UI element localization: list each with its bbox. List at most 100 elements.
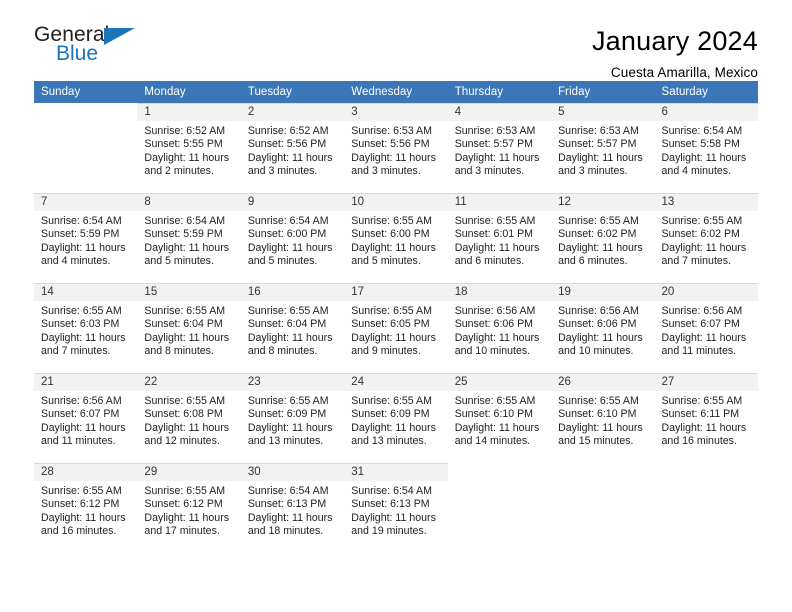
calendar-day[interactable]: 10 Sunrise: 6:55 AM Sunset: 6:00 PM Dayligh… [344,193,448,283]
sunrise-text: Sunrise: 6:54 AM [247,215,329,227]
calendar-cell: 9 Sunrise: 6:54 AM Sunset: 6:00 PM Daylight… [240,193,345,283]
calendar-cell: 10 Sunrise: 6:55 AM Sunset: 6:00 PM Dayligh… [344,193,448,283]
calendar-day[interactable]: 28 Sunrise: 6:55 AM Sunset: 6:12 PM Dayligh… [34,463,138,553]
sunset-text: Sunset: 6:04 PM [144,318,223,331]
calendar-day[interactable]: 8 Sunrise: 6:54 AM Sunset: 5:59 PM Daylight… [137,193,241,283]
daylight-text: and 16 minutes. [661,435,737,448]
calendar-day[interactable]: 12 Sunrise: 6:55 AM Sunset: 6:02 PM Dayligh… [551,193,655,283]
calendar-day[interactable]: 22 Sunrise: 6:55 AM Sunset: 6:08 PM Dayligh… [137,373,241,463]
sunrise-text: Sunrise: 6:55 AM [144,395,226,407]
sunset-text: Sunset: 5:57 PM [454,138,534,151]
calendar-day[interactable]: 17 Sunrise: 6:55 AM Sunset: 6:05 PM Dayligh… [344,283,448,373]
calendar-day[interactable]: 6 Sunrise: 6:54 AM Sunset: 5:58 PM Daylight… [654,103,758,193]
sunrise-text: Sunrise: 6:55 AM [247,305,329,317]
weekday-header-monday: Monday [137,81,241,103]
day-details: Sunrise: 6:56 AM Sunset: 6:06 PM Daylight:… [448,301,551,359]
day-number: 4 [447,104,552,121]
daylight-text: and 7 minutes. [661,255,732,268]
calendar-day[interactable]: 16 Sunrise: 6:55 AM Sunset: 6:04 PM Dayligh… [240,283,345,373]
calendar-day[interactable]: 30 Sunrise: 6:54 AM Sunset: 6:13 PM Dayligh… [240,463,345,553]
day-details: Sunrise: 6:54 AM Sunset: 6:00 PM Daylight:… [241,211,344,269]
day-number: 21 [34,374,138,391]
sunset-text: Sunset: 6:02 PM [661,228,740,241]
calendar-cell: 22 Sunrise: 6:55 AM Sunset: 6:08 PM Dayligh… [137,373,241,463]
calendar-day[interactable]: 24 Sunrise: 6:55 AM Sunset: 6:09 PM Dayligh… [344,373,448,463]
day-number: 31 [344,464,448,481]
day-number: 16 [240,284,345,301]
calendar-day-empty [447,463,552,553]
calendar-day[interactable]: 26 Sunrise: 6:55 AM Sunset: 6:10 PM Dayligh… [551,373,655,463]
daylight-text: Daylight: 11 hours [144,511,230,524]
daylight-text: and 7 minutes. [41,345,111,358]
calendar-cell: 16 Sunrise: 6:55 AM Sunset: 6:04 PM Dayligh… [240,283,345,373]
calendar-day[interactable]: 25 Sunrise: 6:55 AM Sunset: 6:10 PM Dayligh… [447,373,552,463]
calendar-day[interactable]: 5 Sunrise: 6:53 AM Sunset: 5:57 PM Daylight… [551,103,655,193]
calendar-day[interactable]: 23 Sunrise: 6:55 AM Sunset: 6:09 PM Dayligh… [240,373,345,463]
day-number: 26 [551,374,655,391]
calendar-day[interactable]: 21 Sunrise: 6:56 AM Sunset: 6:07 PM Dayligh… [34,373,138,463]
sunrise-text: Sunrise: 6:55 AM [144,485,226,497]
daylight-text: and 13 minutes. [247,435,324,448]
daylight-text: and 18 minutes. [247,525,324,538]
day-details: Sunrise: 6:55 AM Sunset: 6:03 PM Daylight:… [34,301,137,359]
calendar-cell: 28 Sunrise: 6:55 AM Sunset: 6:12 PM Dayligh… [34,463,138,553]
sunset-text: Sunset: 6:07 PM [41,408,120,421]
sunset-text: Sunset: 6:06 PM [454,318,534,331]
calendar-day[interactable]: 27 Sunrise: 6:55 AM Sunset: 6:11 PM Dayligh… [654,373,758,463]
calendar-day[interactable]: 9 Sunrise: 6:54 AM Sunset: 6:00 PM Daylight… [240,193,345,283]
calendar-day[interactable]: 31 Sunrise: 6:54 AM Sunset: 6:13 PM Dayligh… [344,463,448,553]
calendar-cell: 31 Sunrise: 6:54 AM Sunset: 6:13 PM Dayligh… [344,463,448,553]
calendar-day[interactable]: 13 Sunrise: 6:55 AM Sunset: 6:02 PM Dayligh… [654,193,758,283]
calendar-day[interactable]: 3 Sunrise: 6:53 AM Sunset: 5:56 PM Daylight… [344,103,448,193]
daylight-text: and 3 minutes. [351,165,421,178]
page-title: January 2024 [591,26,758,56]
daylight-text: Daylight: 11 hours [41,511,126,524]
day-details: Sunrise: 6:54 AM Sunset: 5:58 PM Daylight:… [655,121,758,179]
calendar-grid: Sunday Monday Tuesday Wednesday Thursday… [34,81,758,553]
day-number: 18 [447,284,552,301]
calendar-day[interactable]: 18 Sunrise: 6:56 AM Sunset: 6:06 PM Dayligh… [447,283,552,373]
calendar-day[interactable]: 20 Sunrise: 6:56 AM Sunset: 6:07 PM Dayligh… [654,283,758,373]
daylight-text: Daylight: 11 hours [144,331,230,344]
calendar-day[interactable]: 15 Sunrise: 6:55 AM Sunset: 6:04 PM Dayligh… [137,283,241,373]
day-details: Sunrise: 6:56 AM Sunset: 6:07 PM Daylight:… [34,391,137,449]
calendar-day[interactable]: 14 Sunrise: 6:55 AM Sunset: 6:03 PM Dayligh… [34,283,138,373]
sunset-text: Sunset: 5:59 PM [41,228,120,241]
daylight-text: and 16 minutes. [41,525,117,538]
sunrise-text: Sunrise: 6:54 AM [247,485,329,497]
daylight-text: and 6 minutes. [454,255,525,268]
title-block: January 2024 Cuesta Amarilla, Mexico [592,24,758,80]
day-number [34,103,137,120]
calendar-day[interactable]: 29 Sunrise: 6:55 AM Sunset: 6:12 PM Dayligh… [137,463,241,553]
sunset-text: Sunset: 6:09 PM [351,408,430,421]
calendar-day[interactable]: 7 Sunrise: 6:54 AM Sunset: 5:59 PM Daylight… [34,193,138,283]
daylight-text: Daylight: 11 hours [247,331,333,344]
calendar-day[interactable]: 1 Sunrise: 6:52 AM Sunset: 5:55 PM Daylight… [137,103,241,193]
calendar-day[interactable]: 19 Sunrise: 6:56 AM Sunset: 6:06 PM Dayligh… [551,283,655,373]
sunrise-text: Sunrise: 6:55 AM [558,395,639,407]
daylight-text: and 15 minutes. [558,435,634,448]
calendar-day[interactable]: 11 Sunrise: 6:55 AM Sunset: 6:01 PM Dayligh… [447,193,552,283]
sunset-text: Sunset: 6:10 PM [558,408,637,421]
calendar-cell: 7 Sunrise: 6:54 AM Sunset: 5:59 PM Daylight… [34,193,138,283]
daylight-text: Daylight: 11 hours [558,151,643,164]
day-details: Sunrise: 6:53 AM Sunset: 5:57 PM Daylight:… [551,121,654,179]
calendar-day[interactable]: 4 Sunrise: 6:53 AM Sunset: 5:57 PM Daylight… [447,103,552,193]
calendar-day[interactable]: 2 Sunrise: 6:52 AM Sunset: 5:56 PM Daylight… [240,103,345,193]
day-number: 19 [551,284,655,301]
general-blue-logo[interactable]: General Blue [34,24,144,70]
daylight-text: Daylight: 11 hours [454,241,540,254]
daylight-text: Daylight: 11 hours [41,241,126,254]
calendar-cell: 6 Sunrise: 6:54 AM Sunset: 5:58 PM Daylight… [654,103,758,193]
calendar-cell: 12 Sunrise: 6:55 AM Sunset: 6:02 PM Dayligh… [551,193,655,283]
calendar-week-row: 7 Sunrise: 6:54 AM Sunset: 5:59 PM Daylight… [34,193,758,283]
daylight-text: Daylight: 11 hours [247,511,333,524]
sunrise-text: Sunrise: 6:55 AM [144,305,226,317]
day-details: Sunrise: 6:55 AM Sunset: 6:10 PM Daylight:… [448,391,551,449]
day-number: 24 [344,374,448,391]
daylight-text: Daylight: 11 hours [247,241,333,254]
day-number: 2 [240,104,345,121]
daylight-text: and 14 minutes. [454,435,531,448]
daylight-text: and 5 minutes. [351,255,421,268]
day-number: 23 [240,374,345,391]
